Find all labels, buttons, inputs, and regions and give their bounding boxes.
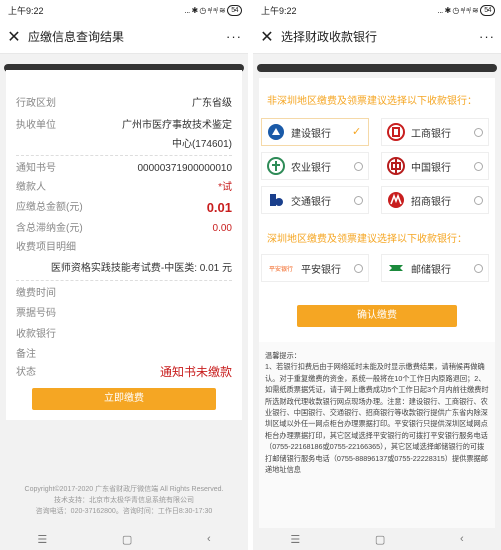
left-screen: 上午9:22 ... ✱ ◷ ᵃᵢˡ ᵃᵢˡ ≋ 54 ✕ 应缴信息查询结果 ·… [0,0,248,550]
home-icon[interactable]: ▢ [122,533,132,546]
bocom-icon [267,191,285,209]
radio-icon [474,195,483,205]
status-icons: ... ✱ ◷ ᵃᵢˡ ᵃᵢˡ ≋ 54 [185,4,242,16]
bank-option-psbc[interactable]: 邮储银行 [381,254,489,282]
back-icon[interactable]: ‹ [207,533,211,545]
boc-icon [387,157,405,175]
radio-icon [354,161,363,171]
receipt-slot [257,64,497,72]
more-icon[interactable]: ··· [226,29,242,44]
menu-icon[interactable]: ☰ [290,533,300,546]
radio-icon [474,263,483,273]
battery-icon: 54 [227,4,242,16]
status-time: 上午9:22 [261,5,297,16]
field-late-fee: 含总滞纳金(元) 0.00 [16,223,232,234]
divider [16,155,232,156]
tips-text: 温馨提示： 1、若银行扣费后由于网络延时未能及时显示缴费结果，请稍候再做确认。对… [259,342,495,532]
page-title: 选择财政收款银行 [281,30,378,44]
icbc-icon [387,123,405,141]
status-time: 上午9:22 [8,5,44,16]
field-fee-items: 收费项目明细 [16,242,76,253]
field-unit: 执收单位 广州市医疗事故技术鉴定 [16,120,232,131]
status-bar: 上午9:22 ... ✱ ◷ ᵃᵢˡ ᵃᵢˡ ≋ 54 [253,0,501,20]
radio-icon [474,127,483,137]
field-notice-no: 通知书号 00000371900000010 [16,163,232,174]
bank-panel: 非深圳地区缴费及领票建议选择以下收款银行： 建设银行 ✓ 工商银行 农业银行 中… [259,78,495,548]
section-shenzhen: 深圳地区缴费及领票建议选择以下收款银行： [267,234,467,245]
field-receipt-no: 票据号码 [16,308,56,319]
bank-option-bocom[interactable]: 交通银行 [261,186,369,214]
bank-option-boc[interactable]: 中国银行 [381,152,489,180]
field-unit-line2: 中心(174601) [171,139,232,150]
abc-icon [267,157,285,175]
bank-option-pingan[interactable]: 平安银行 平安银行 [261,254,369,282]
bank-option-ccb[interactable]: 建设银行 ✓ [261,118,369,146]
system-nav-bar: ☰ ▢ ‹ [0,528,248,550]
divider [16,280,232,281]
home-icon[interactable]: ▢ [375,533,385,546]
field-pay-time: 缴费时间 [16,288,56,299]
radio-icon [354,263,363,273]
pingan-icon: 平安银行 [268,266,293,273]
copyright-footer: Copyright©2017-2020 广东省财政厅微信端 All Rights… [24,486,224,515]
bank-option-icbc[interactable]: 工商银行 [381,118,489,146]
bank-option-cmb[interactable]: 招商银行 [381,186,489,214]
close-icon[interactable]: ✕ [6,27,22,47]
field-bank: 收款银行 [16,329,56,340]
battery-icon: 54 [480,4,495,16]
psbc-icon [387,259,405,277]
nav-bar: ✕ 应缴信息查询结果 ··· [0,20,248,54]
more-icon[interactable]: ··· [479,29,495,44]
radio-icon [354,195,363,205]
back-icon[interactable]: ‹ [460,533,464,545]
field-payer: 缴款人 *试 [16,182,232,193]
field-status: 状态 通知书未缴款 [16,365,232,379]
status-icons: ... ✱ ◷ ᵃᵢˡ ᵃᵢˡ ≋ 54 [438,4,495,16]
right-screen: 上午9:22 ... ✱ ◷ ᵃᵢˡ ᵃᵢˡ ≋ 54 ✕ 选择财政收款银行 ·… [253,0,501,550]
field-total-amount: 应缴总金额(元) 0.01 [16,200,232,215]
confirm-payment-button[interactable]: 确认缴费 [297,305,457,327]
radio-icon [474,161,483,171]
result-card: 行政区划 广东省级 执收单位 广州市医疗事故技术鉴定 中心(174601) 通知… [6,70,242,420]
menu-icon[interactable]: ☰ [37,533,47,546]
cmb-icon [387,191,405,209]
page-title: 应缴信息查询结果 [28,30,125,44]
field-fee-item-detail: 医师资格实践技能考试费-中医类: 0.01 元 [50,263,232,274]
pay-now-button[interactable]: 立即缴费 [32,388,216,410]
selected-check-icon: ✓ [352,125,362,138]
status-bar: 上午9:22 ... ✱ ◷ ᵃᵢˡ ᵃᵢˡ ≋ 54 [0,0,248,20]
nav-bar: ✕ 选择财政收款银行 ··· [253,20,501,54]
bank-option-abc[interactable]: 农业银行 [261,152,369,180]
ccb-icon [267,123,285,141]
close-icon[interactable]: ✕ [259,27,275,47]
section-non-shenzhen: 非深圳地区缴费及领票建议选择以下收款银行： [267,96,477,107]
field-region: 行政区划 广东省级 [16,98,232,109]
field-remark: 备注 [16,349,36,360]
system-nav-bar: ☰ ▢ ‹ [253,528,501,550]
